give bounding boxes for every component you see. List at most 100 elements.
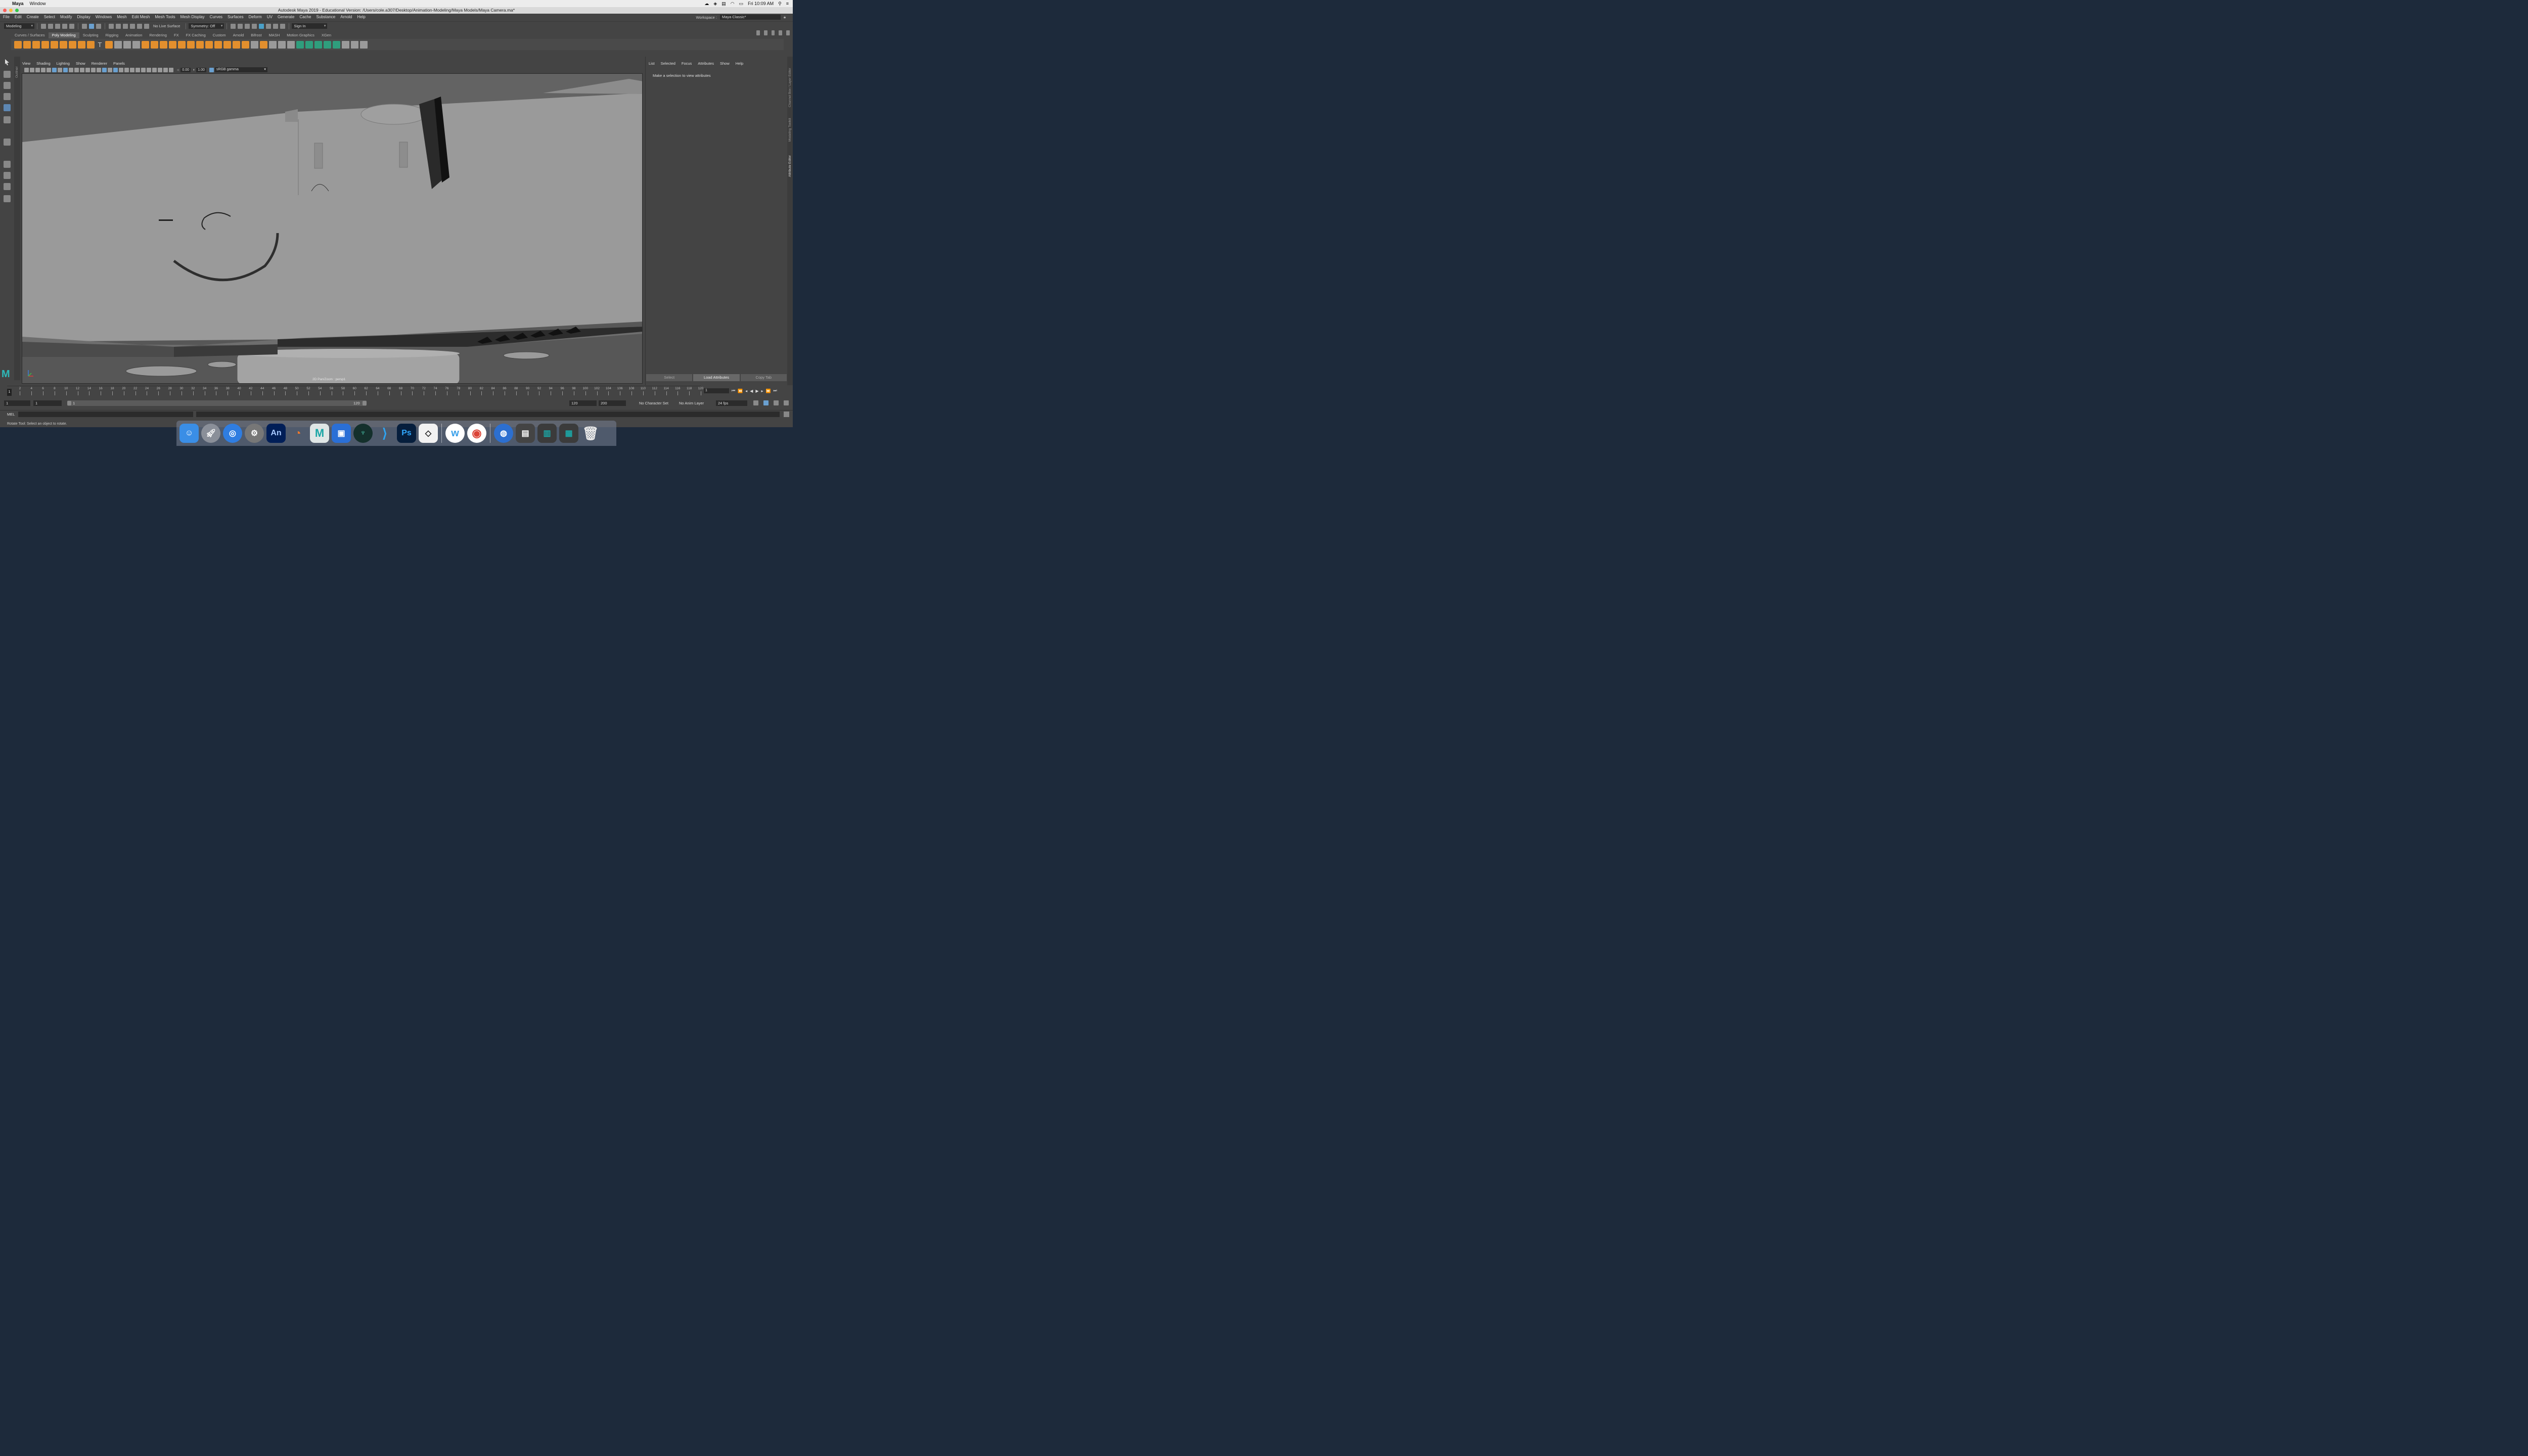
current-frame-field[interactable]: 1 bbox=[704, 388, 729, 393]
outliner-layout-icon[interactable] bbox=[4, 195, 11, 202]
xray-active-icon[interactable] bbox=[163, 67, 168, 72]
camera-attributes-icon[interactable] bbox=[30, 67, 34, 72]
fps-dropdown[interactable]: 24 fps bbox=[716, 400, 747, 406]
paint-select-tool-icon[interactable] bbox=[4, 82, 11, 89]
uv-editor-icon[interactable] bbox=[296, 40, 304, 49]
motion-blur-icon[interactable] bbox=[136, 67, 140, 72]
unity-icon[interactable]: ◇ bbox=[419, 424, 438, 443]
shelf-tab-curves-surfaces[interactable]: Curves / Surfaces bbox=[11, 32, 49, 38]
finder-icon[interactable]: ☺ bbox=[179, 424, 199, 443]
depth-of-field-icon[interactable] bbox=[147, 67, 151, 72]
multisample-aa-icon[interactable] bbox=[141, 67, 146, 72]
snap-grid-icon[interactable] bbox=[109, 23, 114, 29]
script-editor-icon[interactable] bbox=[784, 412, 789, 417]
menu-select[interactable]: Select bbox=[44, 15, 55, 19]
gitkraken-icon[interactable]: ♆ bbox=[353, 424, 373, 443]
attr-menu-list[interactable]: List bbox=[649, 61, 655, 66]
single-pane-icon[interactable] bbox=[763, 30, 768, 35]
maya-icon[interactable]: M bbox=[310, 424, 329, 443]
snap-view-icon[interactable] bbox=[130, 23, 135, 29]
planar-map-icon[interactable] bbox=[305, 40, 313, 49]
insert-edge-loop-icon[interactable] bbox=[278, 40, 286, 49]
channel-box-tab[interactable]: Channel Box / Layer Editor bbox=[788, 68, 792, 107]
go-to-end-icon[interactable]: ⏭ bbox=[773, 388, 777, 393]
anim-layer-dropdown[interactable]: No Anim Layer bbox=[679, 400, 704, 406]
go-to-start-icon[interactable]: ⏮ bbox=[732, 388, 735, 393]
attr-menu-selected[interactable]: Selected bbox=[661, 61, 675, 66]
menu-windows[interactable]: Windows bbox=[96, 15, 112, 19]
panel-menu-renderer[interactable]: Renderer bbox=[92, 61, 107, 66]
move-tool-icon[interactable] bbox=[4, 93, 11, 100]
menu-generate[interactable]: Generate bbox=[278, 15, 294, 19]
menu-mesh-tools[interactable]: Mesh Tools bbox=[155, 15, 175, 19]
isolate-select-icon[interactable] bbox=[152, 67, 157, 72]
spotlight-icon[interactable]: ⚲ bbox=[778, 1, 782, 7]
menu-substance[interactable]: Substance bbox=[316, 15, 335, 19]
spherical-map-icon[interactable] bbox=[333, 40, 340, 49]
shelf-tab-rendering[interactable]: Rendering bbox=[146, 32, 170, 38]
snap-point-icon[interactable] bbox=[123, 23, 128, 29]
merge-icon[interactable] bbox=[233, 40, 240, 49]
panel-menu-view[interactable]: View bbox=[22, 61, 30, 66]
field-chart-icon[interactable] bbox=[80, 67, 84, 72]
menu-mesh-display[interactable]: Mesh Display bbox=[180, 15, 205, 19]
attribute-editor-tab[interactable]: Attribute Editor bbox=[788, 155, 792, 177]
attr-menu-attributes[interactable]: Attributes bbox=[698, 61, 714, 66]
mirror-icon[interactable] bbox=[178, 40, 186, 49]
mac-menu-window[interactable]: Window bbox=[30, 1, 46, 6]
smooth-icon[interactable] bbox=[151, 40, 158, 49]
xray-icon[interactable] bbox=[158, 67, 162, 72]
close-window-icon[interactable] bbox=[3, 9, 7, 12]
history-icon[interactable] bbox=[231, 23, 236, 29]
modeling-toolkit-tab[interactable]: Modeling Toolkit bbox=[788, 118, 792, 142]
maya-file2-icon[interactable]: ▦ bbox=[559, 424, 578, 443]
workspace-dropdown[interactable]: Maya Classic* bbox=[720, 15, 781, 20]
outliner-tab[interactable]: Outliner bbox=[15, 66, 19, 78]
poly-cylinder-icon[interactable] bbox=[32, 40, 40, 49]
shadows-icon[interactable] bbox=[124, 67, 129, 72]
step-forward-frame-icon[interactable]: ▸ bbox=[761, 389, 763, 393]
shelf-options-icon[interactable] bbox=[4, 34, 9, 50]
shelf-tab-custom[interactable]: Custom bbox=[209, 32, 230, 38]
average-icon[interactable] bbox=[169, 40, 176, 49]
launchpad-icon[interactable]: 🚀︎ bbox=[201, 424, 220, 443]
creative-cloud-icon[interactable]: ☁ bbox=[704, 1, 709, 7]
menu-curves[interactable]: Curves bbox=[210, 15, 222, 19]
connect-icon[interactable] bbox=[287, 40, 295, 49]
wunderlist-icon[interactable]: w bbox=[445, 424, 465, 443]
poly-count-icon[interactable] bbox=[123, 40, 131, 49]
scale-tool-icon[interactable] bbox=[4, 116, 11, 123]
select-component-icon[interactable] bbox=[96, 23, 101, 29]
super-shape-icon[interactable] bbox=[87, 40, 95, 49]
minimize-window-icon[interactable] bbox=[9, 9, 13, 12]
scanner-icon[interactable]: ▤ bbox=[516, 424, 535, 443]
film-gate-icon[interactable] bbox=[63, 67, 68, 72]
boolean-icon[interactable] bbox=[160, 40, 167, 49]
last-tool-icon[interactable] bbox=[4, 139, 11, 146]
poly-sphere-icon[interactable] bbox=[14, 40, 22, 49]
command-language-toggle[interactable]: MEL bbox=[7, 412, 15, 417]
wifi-icon[interactable]: ◠ bbox=[731, 1, 735, 7]
select-tool-icon[interactable] bbox=[4, 59, 11, 66]
loop-icon[interactable] bbox=[753, 400, 758, 405]
new-scene-icon[interactable] bbox=[41, 23, 46, 29]
end-time-field[interactable]: 200 bbox=[599, 400, 626, 406]
menu-arnold[interactable]: Arnold bbox=[340, 15, 352, 19]
play-backwards-icon[interactable]: ◀ bbox=[750, 389, 753, 393]
display-icon[interactable]: ▭ bbox=[739, 1, 744, 7]
select-button[interactable]: Select bbox=[646, 374, 693, 381]
poly-cube-icon[interactable] bbox=[23, 40, 31, 49]
append-icon[interactable] bbox=[223, 40, 231, 49]
four-view-icon[interactable] bbox=[4, 172, 11, 179]
panel-menu-panels[interactable]: Panels bbox=[113, 61, 125, 66]
vscode-icon[interactable]: ⟩ bbox=[375, 424, 394, 443]
clock[interactable]: Fri 10:09 AM bbox=[748, 1, 774, 6]
shelf-tab-fx-caching[interactable]: FX Caching bbox=[183, 32, 209, 38]
combine-icon[interactable] bbox=[132, 40, 140, 49]
gate-mask-icon[interactable] bbox=[74, 67, 79, 72]
menu-edit-mesh[interactable]: Edit Mesh bbox=[132, 15, 150, 19]
playback-end-field[interactable]: 120 bbox=[569, 400, 597, 406]
maya-file-icon[interactable]: ▥ bbox=[537, 424, 557, 443]
extrude-icon[interactable] bbox=[187, 40, 195, 49]
step-back-key-icon[interactable]: ⏪ bbox=[738, 389, 743, 393]
